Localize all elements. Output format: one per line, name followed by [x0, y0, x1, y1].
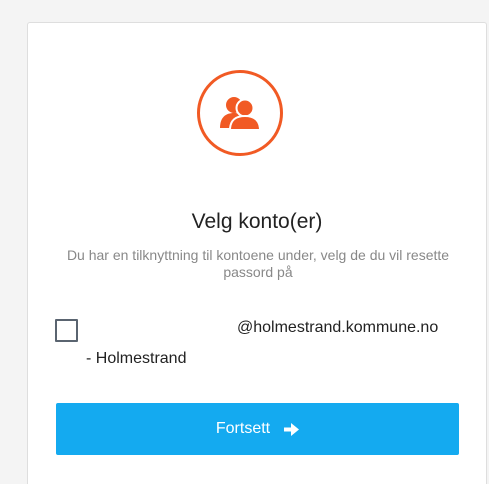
users-icon — [197, 70, 283, 156]
account-select-card: Velg konto(er) Du har en tilknyttning ti… — [27, 22, 487, 484]
account-checkbox[interactable] — [55, 319, 78, 342]
users-glyph — [220, 97, 261, 131]
account-organization: - Holmestrand — [86, 350, 187, 367]
continue-button[interactable]: Fortsett — [56, 403, 459, 455]
dialog-title: Velg konto(er) — [191, 210, 323, 233]
dialog-subtitle: Du har en tilknyttning til kontoene unde… — [66, 247, 450, 280]
continue-button-label: Fortsett — [215, 420, 271, 437]
account-email: @holmestrand.kommune.no — [237, 319, 439, 336]
arrow-right-icon — [284, 422, 300, 436]
